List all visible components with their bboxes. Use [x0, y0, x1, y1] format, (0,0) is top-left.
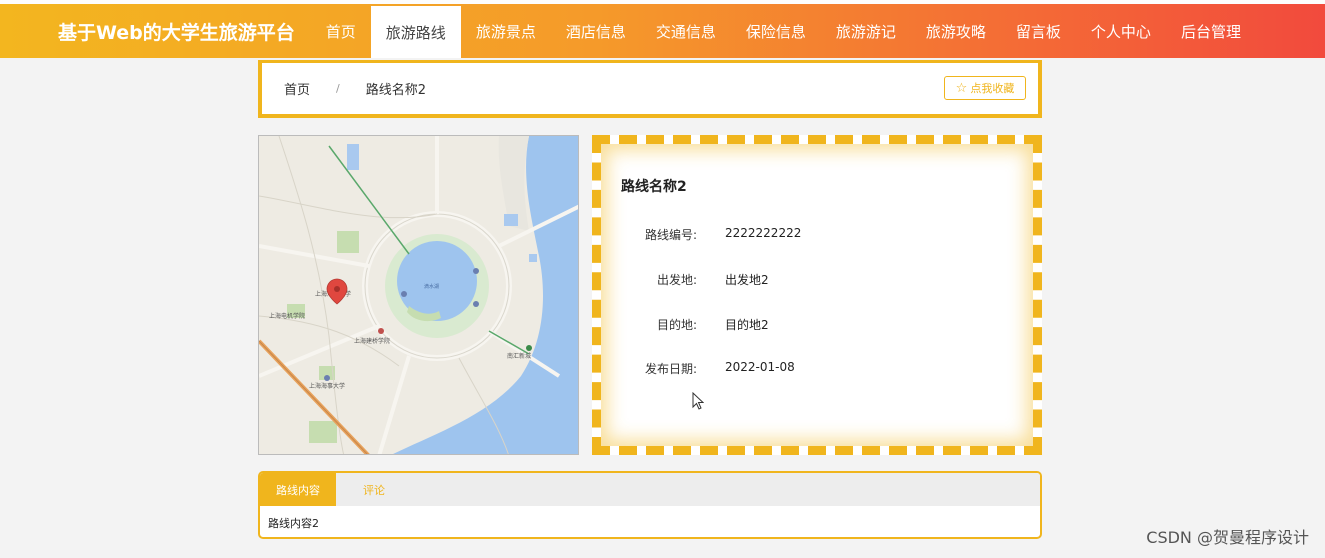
map-canvas: 上海海洋大学 滴水湖 上海电机学院 上海建桥学院 南汇新城 上海海事大学	[259, 136, 578, 454]
map-label-5: 上海海事大学	[309, 382, 345, 390]
site-header: 基于Web的大学生旅游平台 首页 旅游路线 旅游景点 酒店信息 交通信息 保险信…	[0, 4, 1325, 58]
tab-bar: 路线内容 评论	[260, 473, 1040, 506]
site-brand[interactable]: 基于Web的大学生旅游平台	[58, 18, 295, 45]
route-detail-card: 路线名称2 路线编号: 2222222222 出发地: 出发地2 目的地: 目的…	[592, 135, 1042, 455]
field-label: 路线编号:	[644, 228, 697, 242]
nav-attractions[interactable]: 旅游景点	[461, 4, 551, 58]
mouse-cursor-icon	[692, 392, 704, 410]
field-label: 目的地:	[656, 318, 697, 332]
field-value: 目的地2	[725, 318, 769, 332]
breadcrumb-home[interactable]: 首页	[284, 79, 310, 98]
breadcrumb-current: 路线名称2	[365, 83, 427, 98]
field-value: 出发地2	[725, 273, 769, 287]
nav-transport[interactable]: 交通信息	[641, 4, 731, 58]
favorite-button[interactable]: ☆ 点我收藏	[944, 76, 1026, 100]
field-label: 发布日期:	[644, 362, 697, 376]
map-label-2: 上海电机学院	[269, 312, 305, 320]
nav-guides[interactable]: 旅游攻略	[911, 4, 1001, 58]
nav-insurance[interactable]: 保险信息	[731, 4, 821, 58]
nav-admin[interactable]: 后台管理	[1166, 4, 1256, 58]
nav-home[interactable]: 首页	[311, 4, 371, 58]
nav-user-center[interactable]: 个人中心	[1076, 4, 1166, 58]
field-value: 2022-01-08	[725, 360, 795, 374]
route-map[interactable]: 上海海洋大学 滴水湖 上海电机学院 上海建桥学院 南汇新城 上海海事大学	[258, 135, 579, 455]
map-label-3: 上海建桥学院	[354, 337, 390, 345]
tab-route-content[interactable]: 路线内容	[260, 473, 336, 506]
field-label: 出发地:	[656, 273, 697, 287]
tab-comments[interactable]: 评论	[336, 473, 412, 506]
route-title: 路线名称2	[621, 179, 687, 195]
main-nav: 首页 旅游路线 旅游景点 酒店信息 交通信息 保险信息 旅游游记 旅游攻略 留言…	[311, 4, 1256, 58]
nav-hotels[interactable]: 酒店信息	[551, 4, 641, 58]
breadcrumb-separator: /	[336, 82, 340, 95]
nav-message-board[interactable]: 留言板	[1001, 4, 1076, 58]
favorite-label: 点我收藏	[970, 82, 1015, 95]
route-tabs-panel: 路线内容 评论 路线内容2	[258, 471, 1042, 539]
field-publish-date: 发布日期: 2022-01-08	[601, 360, 795, 377]
map-label-1: 滴水湖	[424, 283, 439, 290]
tab-content: 路线内容2	[268, 517, 319, 530]
field-destination: 目的地: 目的地2	[601, 316, 769, 333]
nav-travelogues[interactable]: 旅游游记	[821, 4, 911, 58]
map-label-4: 南汇新城	[507, 352, 531, 360]
field-value: 2222222222	[725, 226, 802, 240]
breadcrumb: 首页 / 路线名称2 ☆ 点我收藏	[258, 60, 1042, 118]
field-departure: 出发地: 出发地2	[601, 271, 769, 288]
nav-routes[interactable]: 旅游路线	[370, 6, 461, 58]
field-route-number: 路线编号: 2222222222	[601, 226, 801, 243]
star-icon: ☆	[955, 80, 968, 96]
watermark: CSDN @贺曼程序设计	[1146, 528, 1309, 547]
